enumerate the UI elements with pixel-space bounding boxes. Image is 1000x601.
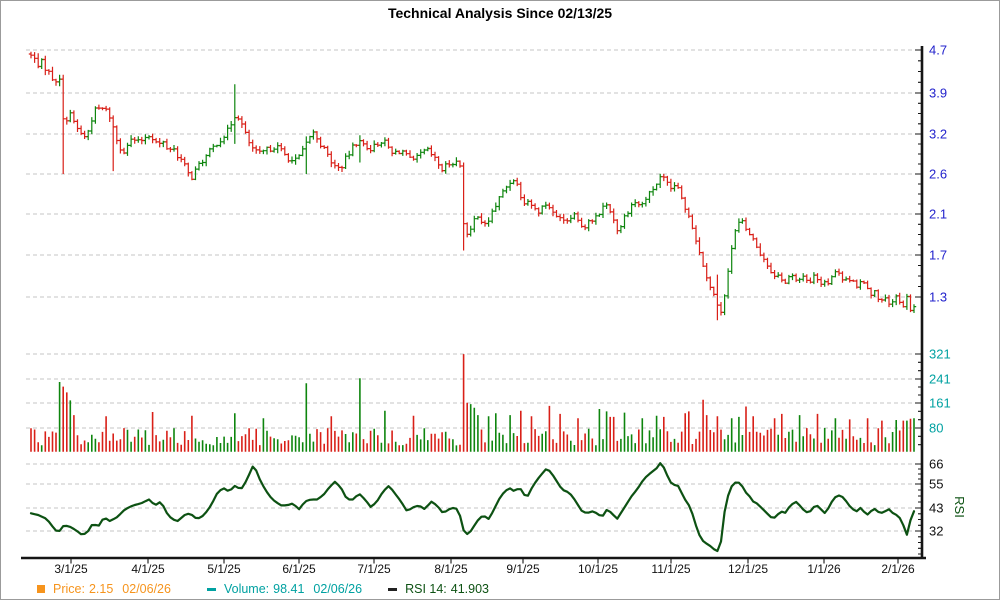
- svg-text:4/1/25: 4/1/25: [131, 562, 165, 576]
- price-ohlc-bars: [29, 52, 916, 321]
- axes: [21, 46, 926, 564]
- price-legend: Price: 2.15 02/06/26: [53, 582, 171, 596]
- svg-text:2.6: 2.6: [929, 167, 947, 182]
- volume-legend-date: 02/06/26: [313, 582, 362, 596]
- rsi-legend-label: RSI 14:: [405, 582, 447, 596]
- axis-labels: 4.7 3.9 3.2 2.6 2.1 1.7 1.3 321 241 161 80 66 55 43 32…: [54, 43, 967, 577]
- price-legend-label: Price:: [53, 582, 85, 596]
- gridlines: [26, 50, 920, 531]
- svg-text:1/1/26: 1/1/26: [807, 562, 841, 576]
- svg-text:66: 66: [929, 457, 943, 472]
- svg-text:321: 321: [929, 347, 951, 362]
- price-legend-date: 02/06/26: [122, 582, 171, 596]
- svg-text:1.3: 1.3: [929, 290, 947, 305]
- rsi-legend: RSI 14: 41.903: [405, 582, 489, 596]
- svg-text:7/1/25: 7/1/25: [357, 562, 391, 576]
- svg-text:4.7: 4.7: [929, 43, 947, 58]
- svg-text:3.2: 3.2: [929, 127, 947, 142]
- svg-text:241: 241: [929, 372, 951, 387]
- price-legend-swatch-icon: [37, 585, 45, 593]
- svg-text:10/1/25: 10/1/25: [578, 562, 618, 576]
- svg-text:3.9: 3.9: [929, 86, 947, 101]
- volume-bars: [31, 354, 914, 452]
- rsi-line: [31, 463, 914, 551]
- svg-text:9/1/25: 9/1/25: [506, 562, 540, 576]
- svg-text:161: 161: [929, 396, 951, 411]
- svg-text:80: 80: [929, 421, 943, 436]
- svg-text:2.1: 2.1: [929, 207, 947, 222]
- chart-legend: Price:2.1502/06/26 Volume:98.4102/06/26 …: [37, 582, 489, 596]
- svg-text:2/1/26: 2/1/26: [881, 562, 915, 576]
- volume-legend-swatch-icon: [207, 588, 216, 591]
- chart-canvas: 4.7 3.9 3.2 2.6 2.1 1.7 1.3 321 241 161 80 66 55 43 32…: [1, 1, 1000, 601]
- svg-text:RSI: RSI: [952, 496, 967, 518]
- svg-text:3/1/25: 3/1/25: [54, 562, 88, 576]
- rsi-legend-swatch-icon: [388, 588, 397, 591]
- volume-legend-value: 98.41: [273, 582, 304, 596]
- rsi-legend-value: 41.903: [451, 582, 489, 596]
- svg-text:6/1/25: 6/1/25: [282, 562, 316, 576]
- svg-text:11/1/25: 11/1/25: [651, 562, 690, 576]
- svg-text:43: 43: [929, 501, 943, 516]
- volume-legend: Volume: 98.41 02/06/26: [224, 582, 362, 596]
- svg-text:8/1/25: 8/1/25: [434, 562, 468, 576]
- volume-legend-label: Volume:: [224, 582, 269, 596]
- svg-text:55: 55: [929, 477, 943, 492]
- svg-text:32: 32: [929, 524, 943, 539]
- svg-text:5/1/25: 5/1/25: [207, 562, 241, 576]
- svg-text:1.7: 1.7: [929, 248, 947, 263]
- svg-text:12/1/25: 12/1/25: [728, 562, 768, 576]
- price-legend-value: 2.15: [89, 582, 113, 596]
